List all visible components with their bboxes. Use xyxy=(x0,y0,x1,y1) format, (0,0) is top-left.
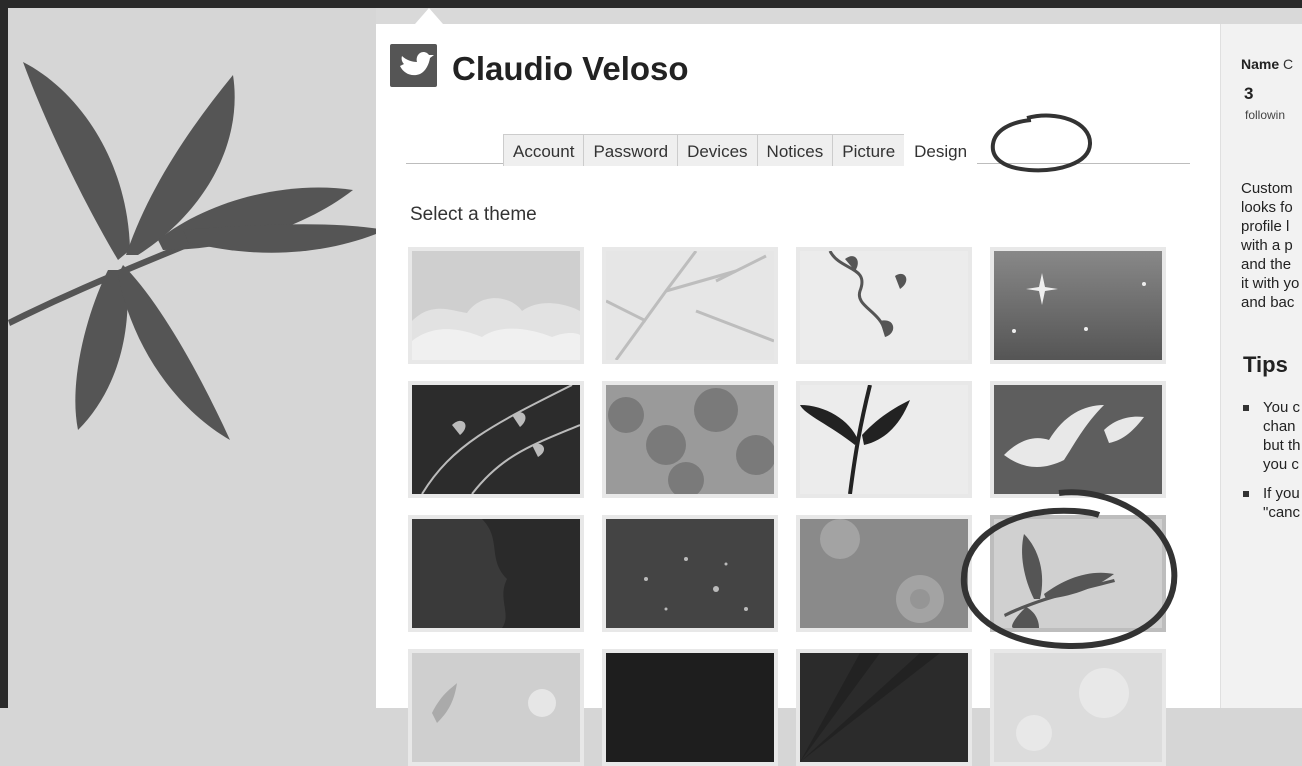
theme-birds[interactable] xyxy=(990,381,1166,498)
description-line: and the xyxy=(1241,256,1292,273)
description-line: it with yo xyxy=(1241,275,1300,292)
theme-dark-trees[interactable] xyxy=(408,515,584,632)
description-line: Custom xyxy=(1241,180,1293,197)
tip-line: chan xyxy=(1263,418,1296,435)
theme-flowers[interactable] xyxy=(796,515,972,632)
description-line: profile l xyxy=(1241,218,1290,235)
panel-pointer xyxy=(415,8,443,24)
theme-vines[interactable] xyxy=(796,247,972,364)
description-line: with a p xyxy=(1241,237,1293,254)
tip-line: You c xyxy=(1263,399,1300,416)
theme-sprout[interactable] xyxy=(796,381,972,498)
tip-line: "canc xyxy=(1263,504,1301,521)
theme-leaf[interactable] xyxy=(990,515,1166,632)
following-label[interactable]: followin xyxy=(1245,108,1285,122)
following-count[interactable]: 3 xyxy=(1244,84,1253,104)
tip-item: If you "canc xyxy=(1241,484,1302,522)
bird-logo-icon xyxy=(390,44,437,87)
background-leaf-illustration xyxy=(8,62,386,440)
tip-item: You c chan but th you c xyxy=(1241,398,1302,474)
sidebar-name: Name C xyxy=(1241,56,1293,72)
profile-sidebar: Name C 3 followin Custom looks fo profil… xyxy=(1220,24,1302,708)
tab-devices[interactable]: Devices xyxy=(677,134,758,166)
tab-password[interactable]: Password xyxy=(583,134,679,166)
tip-line: you c xyxy=(1263,456,1299,473)
tab-notices[interactable]: Notices xyxy=(756,134,834,166)
theme-dark-leaves[interactable] xyxy=(408,381,584,498)
description-line: and bac xyxy=(1241,294,1295,311)
settings-panel: Claudio Veloso Account Password Devices … xyxy=(376,24,1220,766)
description-line: looks fo xyxy=(1241,199,1293,216)
tips-heading: Tips xyxy=(1243,352,1288,377)
design-tab-highlight-circle xyxy=(990,113,1093,173)
settings-tabs: Account Password Devices Notices Picture… xyxy=(503,134,978,168)
design-description: Custom looks fo profile l with a p and t… xyxy=(1241,179,1302,312)
tab-design[interactable]: Design xyxy=(904,134,978,168)
theme-stars[interactable] xyxy=(990,247,1166,364)
sidebar-name-label: Name xyxy=(1241,56,1280,72)
select-theme-label: Select a theme xyxy=(410,204,537,225)
profile-name: Claudio Veloso xyxy=(452,50,689,87)
theme-fireflies[interactable] xyxy=(602,515,778,632)
theme-clouds[interactable] xyxy=(408,247,584,364)
tab-account[interactable]: Account xyxy=(503,134,585,166)
theme-branches[interactable] xyxy=(602,247,778,364)
tip-line: If you xyxy=(1263,485,1300,502)
theme-foliage[interactable] xyxy=(602,381,778,498)
tab-picture[interactable]: Picture xyxy=(832,134,906,166)
tips-list: You c chan but th you c If you "canc xyxy=(1241,398,1302,532)
tip-line: but th xyxy=(1263,437,1301,454)
sidebar-name-value: C xyxy=(1283,56,1294,72)
